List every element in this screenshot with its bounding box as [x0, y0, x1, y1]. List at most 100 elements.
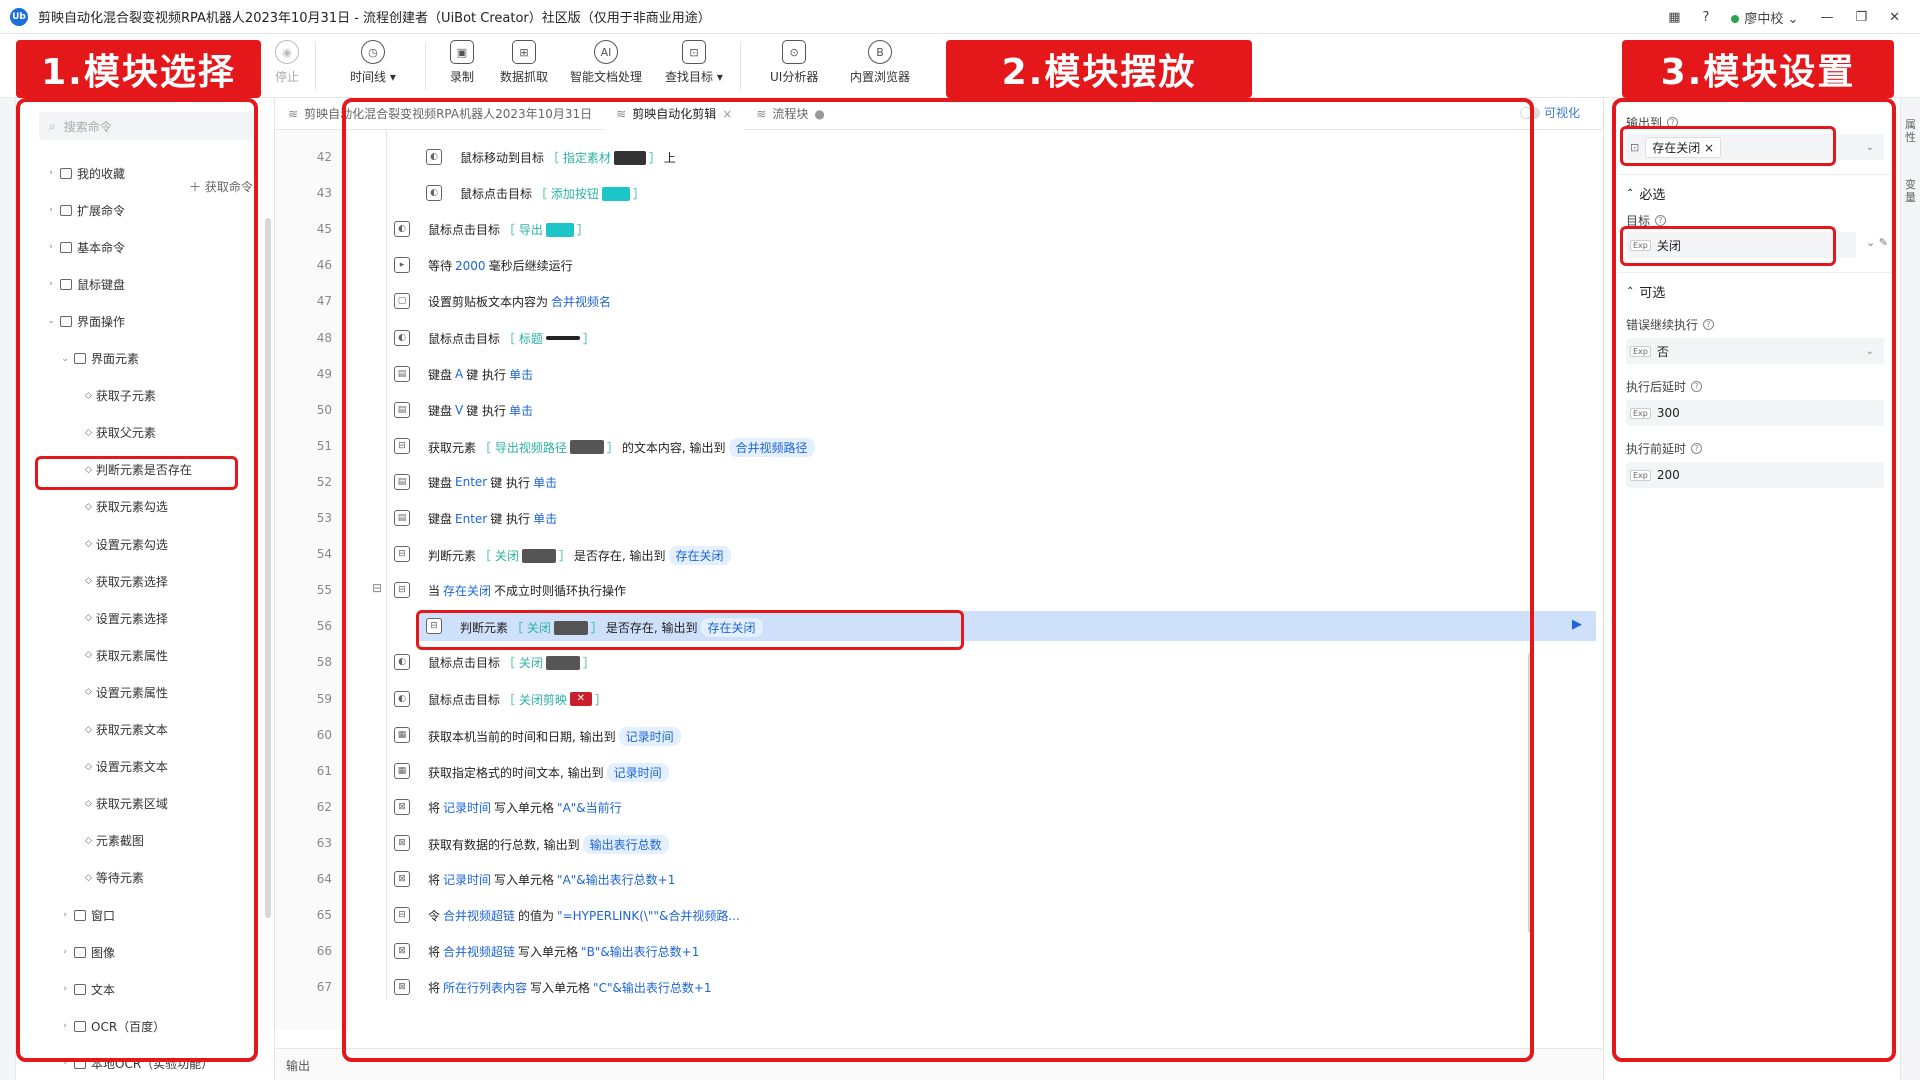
- before-delay-field[interactable]: Exp 200: [1626, 462, 1884, 488]
- tree-item[interactable]: ◇ 获取父元素: [73, 423, 156, 443]
- user-menu[interactable]: 廖中校 ⌄: [1731, 8, 1798, 27]
- target-thumbnail-icon[interactable]: [613, 150, 646, 165]
- toolbar-clock-button[interactable]: ◷ 时间线 ▾: [350, 40, 396, 85]
- toolbar-ui-analyzer-button[interactable]: ⊙ UI分析器: [770, 40, 818, 85]
- title-bar: Ub 剪映自动化混合裂变视频RPA机器人2023年10月31日 - 流程创建者（…: [0, 0, 1920, 34]
- tree-item[interactable]: ◇ 获取元素文本: [73, 720, 168, 740]
- toolbar-data-scrape-button[interactable]: ⊞ 数据抓取: [500, 40, 548, 85]
- flow-row[interactable]: 56 ⊟ 判断元素 ［ 关闭 ］ 是否存在, 输出到 存在关闭 ▶: [317, 611, 1596, 642]
- tree-item[interactable]: › 窗口: [59, 905, 115, 925]
- flow-row[interactable]: 67 ⊠ 将所在行列表内容 写入单元格 "C"&输出表行总数+1: [276, 972, 1602, 1002]
- flow-row[interactable]: 60 ▦ 获取本机当前的时间和日期, 输出到 记录时间: [276, 720, 1602, 750]
- flow-row[interactable]: 50 ▤ 键盘 V 键 执行 单击: [276, 395, 1602, 425]
- tab-close-icon[interactable]: ●: [814, 107, 824, 121]
- run-icon[interactable]: ▶: [1572, 617, 1582, 632]
- tree-item[interactable]: ◇ 元素截图: [73, 831, 144, 851]
- flow-row[interactable]: 66 ⊠ 将合并视频超链 写入单元格 "B"&输出表行总数+1: [276, 936, 1602, 966]
- flow-row[interactable]: 43 ◐ 鼠标点击目标 ［ 添加按钮 ］: [276, 178, 1602, 208]
- output-panel[interactable]: 输出: [276, 1048, 1602, 1080]
- close-icon[interactable]: ✕: [1889, 10, 1900, 25]
- target-thumbnail-icon[interactable]: [601, 186, 630, 201]
- target-thumbnail-icon[interactable]: ✕: [569, 692, 592, 706]
- flow-row[interactable]: 47 ▢ 设置剪贴板文本内容为 合并视频名: [276, 286, 1602, 316]
- chevron-down-icon[interactable]: ⌄: [1866, 142, 1874, 153]
- flow-row[interactable]: 53 ▤ 键盘 Enter 键 执行 单击: [276, 503, 1602, 533]
- target-field[interactable]: Exp 关闭: [1626, 232, 1856, 258]
- tree-item[interactable]: ◇ 设置元素文本: [73, 757, 168, 777]
- flow-row[interactable]: 46 ▸ 等待 2000 毫秒后继续运行: [276, 250, 1602, 280]
- optional-section[interactable]: ⌃ 可选: [1626, 282, 1665, 301]
- toggle-switch[interactable]: [1519, 106, 1540, 119]
- line-number: 61: [316, 763, 332, 778]
- flow-row[interactable]: 54 ⊟ 判断元素 ［ 关闭 ］ 是否存在, 输出到 存在关闭: [276, 539, 1602, 569]
- flow-row[interactable]: 62 ⊠ 将记录时间 写入单元格 "A"&当前行: [276, 792, 1602, 822]
- target-dropdown-icon[interactable]: ⌄ ✎: [1866, 236, 1888, 249]
- target-thumbnail-icon[interactable]: [545, 336, 580, 340]
- tree-item[interactable]: ⌄ 界面元素: [59, 349, 139, 369]
- editor-scrollbar[interactable]: [1528, 653, 1533, 933]
- flow-row[interactable]: 48 ◐ 鼠标点击目标 ［ 标题 ］: [276, 323, 1602, 353]
- tree-item[interactable]: › 本地OCR（实验功能）: [59, 1053, 213, 1073]
- minimize-icon[interactable]: —: [1820, 10, 1833, 25]
- flow-row[interactable]: 55 ⊟ 当存在关闭 不成立时则循环执行操作 ⊟: [276, 575, 1602, 605]
- after-delay-field[interactable]: Exp 300: [1626, 400, 1884, 426]
- tree-item[interactable]: › 文本: [59, 979, 115, 999]
- flow-row[interactable]: 61 ▦ 获取指定格式的时间文本, 输出到 记录时间: [276, 756, 1602, 786]
- tab-close-icon[interactable]: ×: [722, 107, 732, 121]
- target-thumbnail-icon[interactable]: [545, 222, 574, 237]
- tree-item[interactable]: › 图像: [59, 942, 115, 962]
- tree-item[interactable]: ⌄ 界面操作: [45, 311, 125, 331]
- tree-item[interactable]: ◇ 设置元素勾选: [73, 534, 168, 554]
- tree-item[interactable]: ◇ 设置元素选择: [73, 608, 168, 628]
- tree-item[interactable]: ◇ 获取元素属性: [73, 645, 168, 665]
- tree-item[interactable]: ◇ 获取元素勾选: [73, 497, 168, 517]
- output-to-field[interactable]: ⊡ 存在关闭 × ⌄: [1626, 134, 1884, 160]
- flow-row[interactable]: 58 ◐ 鼠标点击目标 ［ 关闭 ］: [276, 647, 1602, 677]
- flow-row[interactable]: 42 ◐ 鼠标移动到目标 ［ 指定素材 ］ 上: [276, 142, 1602, 172]
- flow-row[interactable]: 45 ◐ 鼠标点击目标 ［ 导出 ］: [276, 214, 1602, 244]
- strip-tab-properties[interactable]: 属性: [1905, 118, 1917, 144]
- restore-icon[interactable]: ❐: [1855, 10, 1867, 25]
- target-thumbnail-icon[interactable]: [545, 655, 580, 670]
- error-continue-select[interactable]: Exp 否 ⌄: [1626, 338, 1884, 364]
- collapse-icon[interactable]: ⊟: [372, 581, 382, 595]
- target-thumbnail-icon[interactable]: [521, 548, 556, 563]
- target-thumbnail-icon[interactable]: [569, 440, 604, 455]
- search-input[interactable]: ⌕ 搜索命令: [39, 112, 254, 140]
- tab-2[interactable]: ≋ 流程块 ●: [744, 98, 837, 130]
- strip-tab-variables[interactable]: 变量: [1905, 178, 1917, 204]
- flow-row[interactable]: 52 ▤ 键盘 Enter 键 执行 单击: [276, 467, 1602, 497]
- toolbar-find-target-button[interactable]: ⊡ 查找目标 ▾: [665, 40, 723, 85]
- flow-row[interactable]: 64 ⊠ 将记录时间 写入单元格 "A"&输出表行总数+1: [276, 864, 1602, 894]
- toolbar-ai-doc-button[interactable]: AI 智能文档处理: [570, 40, 642, 85]
- help-icon[interactable]: ?: [1702, 10, 1709, 25]
- target-thumbnail-icon[interactable]: [553, 620, 588, 635]
- toolbar-stop-button[interactable]: ◉ 停止: [275, 40, 299, 85]
- tree-item[interactable]: › 我的收藏: [45, 163, 125, 183]
- tree-item[interactable]: ◇ 获取子元素: [73, 386, 156, 406]
- tree-item[interactable]: ◇ 设置元素属性: [73, 682, 168, 702]
- left-scrollbar[interactable]: [265, 218, 271, 918]
- get-command-button[interactable]: ＋ 获取命令: [189, 178, 253, 195]
- layout-grid-icon[interactable]: ▦: [1668, 10, 1680, 25]
- output-chip[interactable]: 存在关闭 ×: [1645, 136, 1722, 158]
- tab-0[interactable]: ≋ 剪映自动化混合裂变视频RPA机器人2023年10月31日: [276, 98, 604, 130]
- tree-item[interactable]: › 鼠标键盘: [45, 274, 125, 294]
- tree-item[interactable]: ◇ 等待元素: [73, 868, 144, 888]
- toolbar-browser-button[interactable]: B 内置浏览器: [850, 40, 910, 85]
- required-section[interactable]: ⌃ 必选: [1626, 184, 1665, 203]
- toolbar-record-button[interactable]: ▣ 录制: [450, 40, 474, 85]
- flow-row[interactable]: 49 ▤ 键盘 A 键 执行 单击: [276, 359, 1602, 389]
- tree-item[interactable]: › 扩展命令: [45, 200, 125, 220]
- tree-item[interactable]: › OCR（百度）: [59, 1016, 165, 1036]
- flow-row[interactable]: 65 ⊟ 令合并视频超链 的值为 "=HYPERLINK(\""&合并视频路...: [276, 900, 1602, 930]
- tree-item[interactable]: ◇ 获取元素选择: [73, 571, 168, 591]
- tab-1[interactable]: ≋ 剪映自动化剪辑 ×: [604, 97, 745, 130]
- visualize-toggle[interactable]: 可视化: [1519, 104, 1580, 121]
- tree-item[interactable]: › 基本命令: [45, 237, 125, 257]
- flow-row[interactable]: 59 ◐ 鼠标点击目标 ［ 关闭剪映 ✕ ］: [276, 684, 1602, 714]
- tree-item[interactable]: ◇ 获取元素区域: [73, 794, 168, 814]
- tree-item[interactable]: ◇ 判断元素是否存在: [73, 460, 192, 480]
- flow-row[interactable]: 51 ⊟ 获取元素 ［ 导出视频路径 ］ 的文本内容, 输出到 合并视频路径: [276, 431, 1602, 461]
- flow-row[interactable]: 63 ⊠ 获取有数据的行总数, 输出到 输出表行总数: [276, 828, 1602, 858]
